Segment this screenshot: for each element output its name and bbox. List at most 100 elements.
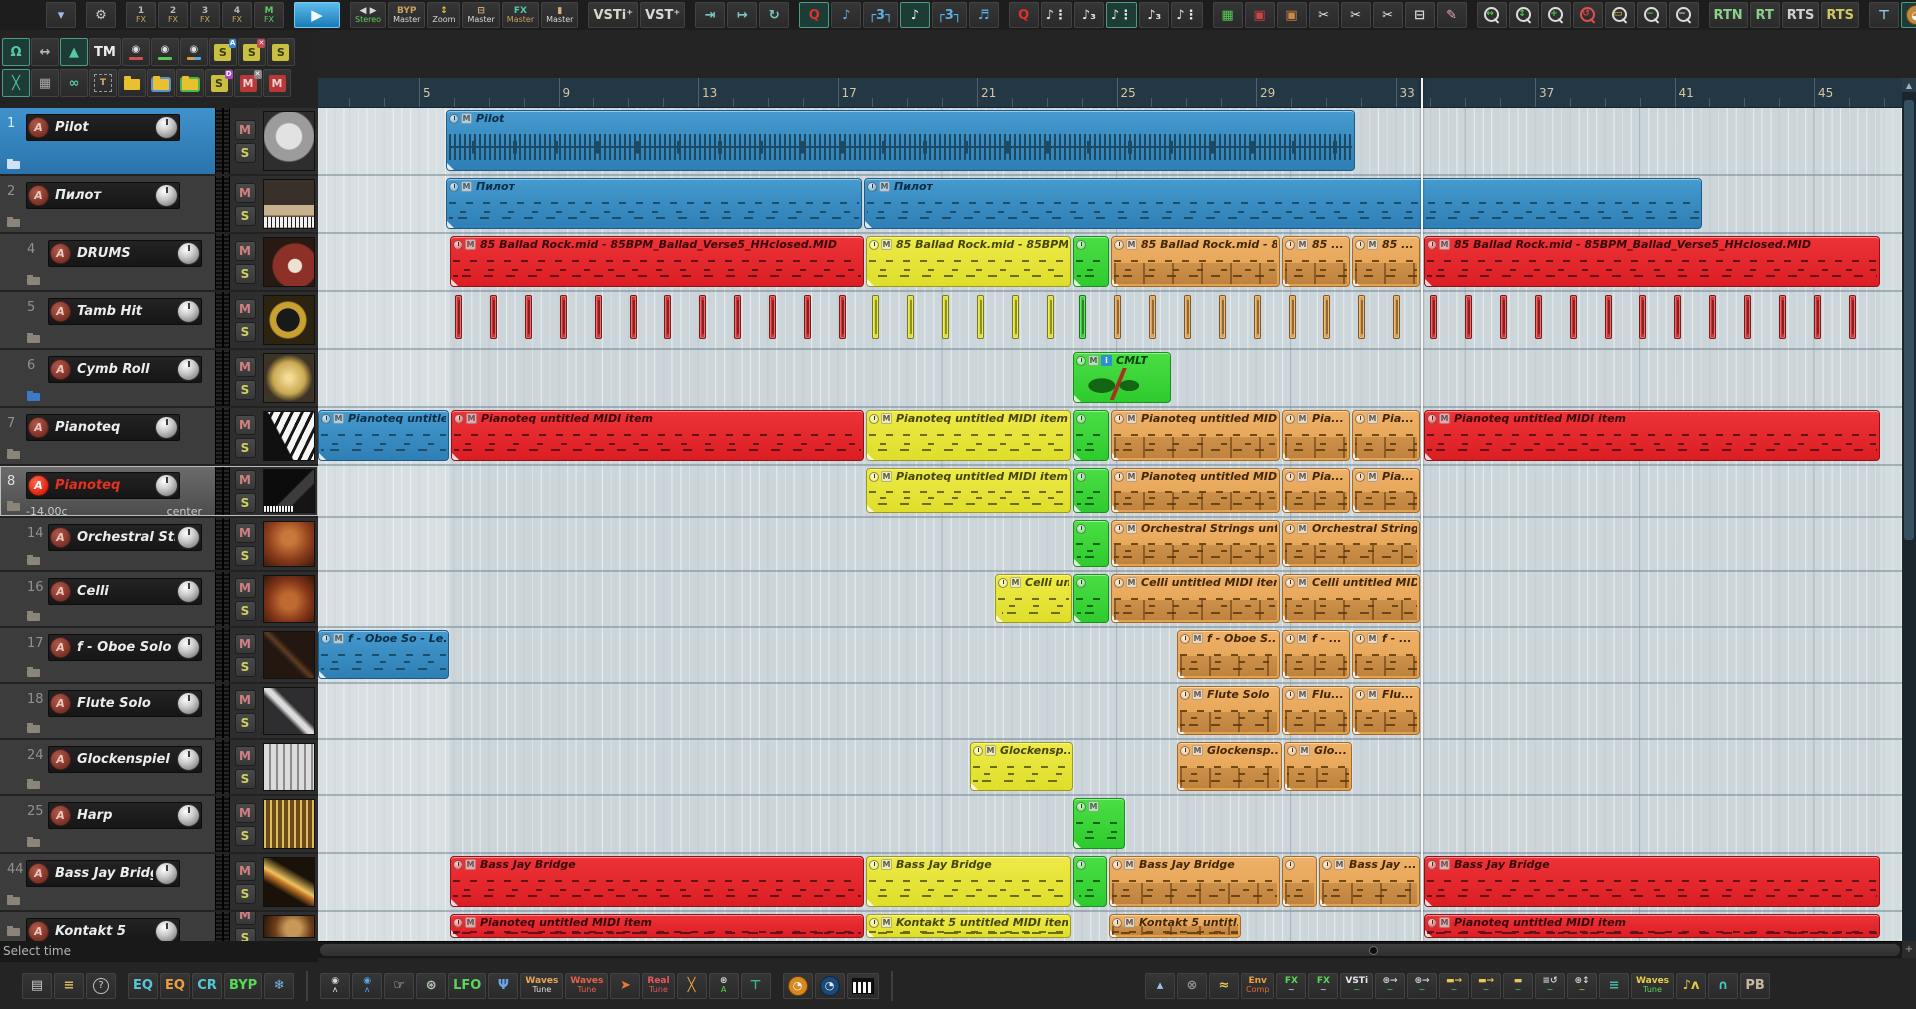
grid-note-2[interactable]: ♪⋮ [1105,2,1138,28]
track-row-16[interactable]: 16 A Celli M S [0,572,318,626]
note-eighth[interactable]: ♪ [831,2,862,28]
clip[interactable]: M Pilot [446,110,1355,171]
solo-button[interactable]: S [234,825,256,846]
track-volume-knob[interactable] [177,636,200,659]
zoom-out-b[interactable]: − [1668,2,1699,28]
clip[interactable]: M Pia... [1282,468,1350,513]
track-gutter[interactable] [0,912,26,941]
horizontal-scrollbar-thumb[interactable] [320,944,1900,956]
track-main[interactable]: A Orchestral Strings [48,518,213,570]
tick-item[interactable] [1114,295,1121,339]
track-name[interactable]: Tamb Hit [77,304,175,319]
clip-knob-icon[interactable] [1114,413,1124,424]
waves-tune-red[interactable]: Waves Tune [565,972,609,999]
solo-defeat[interactable]: SD [205,69,233,97]
track-folder-icon[interactable] [27,611,40,621]
tick-item[interactable] [1464,295,1472,339]
dock-collapse[interactable]: ▴ [1145,972,1175,999]
arrange-lane-0[interactable]: M Pilot [318,108,1902,176]
clip-mute-icon[interactable]: M [1367,239,1378,250]
track-folder-icon[interactable] [27,555,40,565]
clip-knob-icon[interactable] [1355,413,1365,424]
track-gutter[interactable]: 44 [0,854,26,910]
clip-mute-icon[interactable]: M [1334,859,1345,870]
track-row-24[interactable]: 24 A Glockenspiel M S [0,740,318,794]
item-group-a[interactable]: ▣ [1244,2,1275,28]
clip-mute-icon[interactable]: M [1299,745,1310,756]
track-name-bar[interactable]: A Pianoteq [26,414,180,441]
zoom-corner-button[interactable]: + [1902,941,1916,958]
grid-triplet-1[interactable]: ♪₃ [1073,2,1104,28]
clip[interactable]: M Pianoteq untitled MIDI it... [1111,468,1280,513]
arrange-lane-8[interactable]: M Celli untitl... M Celli untitled MIDI ite… [318,572,1902,628]
track-folder-icon[interactable] [27,391,40,401]
tick-item[interactable] [559,295,567,339]
track-volume-knob[interactable] [177,358,200,381]
mute-button[interactable]: M [234,182,256,203]
clip[interactable]: M Pianoteq untitled... [318,410,449,461]
task-list[interactable]: ≡ [54,972,84,999]
track-row-5[interactable]: 5 A Tamb Hit M S [0,292,318,348]
track-name[interactable]: Pilot [55,120,153,135]
track-main[interactable]: A Cymb Roll [48,350,213,406]
clip-knob-icon[interactable] [1112,859,1122,870]
folder-open[interactable] [147,69,175,97]
clip-mute-icon[interactable]: M [1367,471,1378,482]
clip-knob-icon[interactable] [867,181,877,192]
arrange-lane-2[interactable]: M 85 Ballad Rock.mid - 85BPM_Ballad_Verse… [318,234,1902,292]
clip[interactable]: M Flute Solo [1177,686,1280,735]
vsti-wave[interactable]: VSTi ~ [1340,972,1374,999]
tm-button[interactable]: TM [89,38,121,66]
track-name-bar[interactable]: A Harp [48,802,202,829]
clip[interactable]: M Flu... [1282,686,1350,735]
fx-chain-master[interactable]: M FX [254,2,284,28]
track-volume-knob[interactable] [155,474,178,497]
tick-item[interactable] [1604,295,1612,339]
mute-button[interactable]: M [263,69,291,97]
track-volume-knob[interactable] [177,692,200,715]
fx-master[interactable]: FX Master [501,2,540,28]
tick-item[interactable] [734,295,742,339]
rt-button[interactable]: RT [1749,2,1780,28]
track-gutter[interactable]: 24 [0,740,48,794]
record-arm-badge[interactable]: A [28,417,49,438]
add-vsti[interactable]: VSTi⁺ [588,2,639,28]
tick-item[interactable] [872,295,879,339]
track-name-bar[interactable]: A Pilot [26,114,180,141]
clip-knob-icon[interactable] [1285,633,1295,644]
eq-orange[interactable]: EQ [160,972,190,999]
tick-item[interactable] [1079,295,1086,339]
arrange-lane-6[interactable]: M Pianoteq untitled MIDI item M Pianoteq un… [318,466,1902,518]
track-name[interactable]: Pianoteq [55,478,153,493]
track-volume-knob[interactable] [177,526,200,549]
clip[interactable]: M Orchestral Strings untitl... [1111,520,1280,567]
scroll-up-arrow[interactable]: ▲ [1902,78,1916,92]
track-volume-knob[interactable] [155,920,178,941]
clip[interactable]: M Bass Jay Bridge [1424,856,1880,907]
track-thumbnail-celli[interactable] [263,575,315,623]
tick-item[interactable] [699,295,707,339]
clip-knob-icon[interactable] [1114,523,1124,534]
track-volume-knob[interactable] [155,116,178,139]
track-volume-knob[interactable] [177,242,200,265]
record-arm-badge[interactable]: A [28,921,49,941]
clip-mute-icon[interactable]: M [1126,577,1137,588]
clip-knob-icon[interactable] [1180,745,1190,756]
track-gutter[interactable]: 18 [0,684,48,738]
env-comp[interactable]: Env Comp [1241,972,1275,999]
track-main[interactable]: Af - Oboe Solo - Lega [48,628,213,682]
track-thumbnail-glockenspiel[interactable] [263,743,315,791]
loop-toggle[interactable]: ↻ [759,2,790,28]
tick-item[interactable] [594,295,602,339]
help-button[interactable]: ? [86,972,116,999]
clip[interactable]: M Pia... [1352,410,1420,461]
track-main[interactable]: A Pianoteq -14.00c center [26,466,213,516]
mute-button[interactable]: M [234,745,256,766]
fx-chain-1[interactable]: 1 FX [126,2,156,28]
track-thumbnail-face[interactable] [263,111,315,171]
track-name-bar[interactable]: A Kontakt 5 [26,918,180,941]
tick-item[interactable] [1393,295,1401,339]
tick-item[interactable] [1253,295,1261,339]
clip[interactable]: M 85 ... [1282,236,1350,287]
theme-palette[interactable]: ◕ [1901,2,1916,28]
